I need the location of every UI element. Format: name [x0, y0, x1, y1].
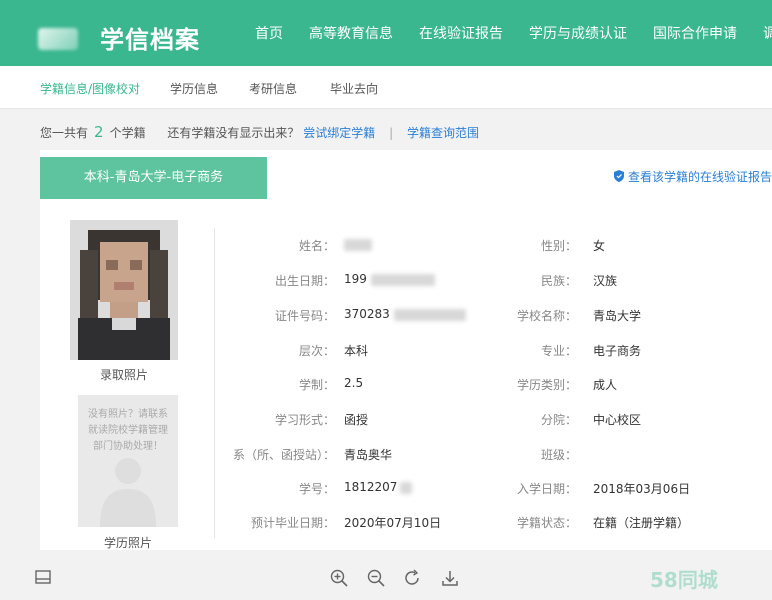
brand-watermark: 58同城 — [650, 568, 718, 592]
department-label: 系（所、函授站）： — [232, 448, 335, 462]
summary-question: 还有学籍没有显示出来？ — [167, 126, 300, 140]
nav-international[interactable]: 国际合作申请 — [653, 23, 737, 43]
duration-value: 2.5 — [344, 376, 364, 390]
bind-record-link[interactable]: 尝试绑定学籍 — [303, 126, 375, 140]
summary-separator: | — [389, 126, 394, 140]
birthdate-redaction — [370, 273, 435, 286]
branch-label: 分院： — [540, 413, 577, 427]
nav-home[interactable]: 首页 — [255, 23, 283, 43]
enrollment-date-value: 2018年03月06日 — [593, 482, 691, 496]
study-form-value: 函授 — [344, 413, 369, 427]
field-row-duration: 学制： 2.5 学历类别： 成人 — [40, 376, 772, 392]
nav-survey[interactable]: 调查/投 — [763, 23, 772, 43]
study-form-label: 学习形式： — [274, 413, 335, 427]
field-row-name: 姓名： 性别： 女 — [40, 237, 772, 253]
summary-prefix: 您一共有 — [40, 126, 89, 140]
enrollment-date-label: 入学日期： — [516, 482, 577, 496]
verify-report-link[interactable]: 查看该学籍的在线验证报告 — [613, 168, 772, 185]
record-count: 2 — [94, 123, 104, 141]
graduation-date-label: 预计毕业日期： — [250, 516, 335, 530]
field-row-student-id: 学号： 1812207 入学日期： 2018年03月06日 — [40, 480, 772, 496]
field-row-graduation: 预计毕业日期： 2020年07月10日 学籍状态： 在籍（注册学籍） — [40, 514, 772, 530]
field-row-birth: 出生日期： 199 民族： 汉族 — [40, 272, 772, 288]
student-id-redaction — [400, 481, 413, 494]
id-number-value: 370283 — [344, 307, 466, 321]
tab-graduate-destination[interactable]: 毕业去向 — [330, 80, 378, 97]
record-card: 本科-青岛大学-电子商务 查看该学籍的在线验证报告 录取照片 没有照片？请联系就… — [40, 150, 772, 550]
major-label: 专业： — [540, 344, 577, 358]
id-number-label: 证件号码： — [274, 309, 335, 323]
birthdate-label: 出生日期： — [274, 274, 335, 288]
shield-icon — [613, 170, 624, 185]
logo-icon — [38, 28, 78, 50]
department-value: 青岛奥华 — [344, 448, 393, 462]
gender-value: 女 — [593, 239, 606, 253]
verify-report-label: 查看该学籍的在线验证报告 — [627, 170, 772, 184]
field-row-level: 层次： 本科 专业： 电子商务 — [40, 342, 772, 358]
query-scope-link[interactable]: 学籍查询范围 — [407, 126, 479, 140]
status-value: 在籍（注册学籍） — [593, 516, 690, 530]
birthdate-value: 199 — [344, 272, 435, 286]
level-value: 本科 — [344, 344, 369, 358]
summary-suffix: 个学籍 — [109, 126, 146, 140]
nav-online-verification[interactable]: 在线验证报告 — [419, 23, 503, 43]
gender-label: 性别： — [540, 239, 577, 253]
level-label: 层次： — [298, 344, 335, 358]
school-value: 青岛大学 — [593, 309, 642, 323]
name-redaction — [344, 238, 372, 251]
tab-degree-info[interactable]: 学历信息 — [170, 80, 218, 97]
school-label: 学校名称： — [516, 309, 577, 323]
nav-higher-education[interactable]: 高等教育信息 — [309, 23, 393, 43]
class-label: 班级： — [540, 448, 577, 462]
branch-value: 中心校区 — [593, 413, 642, 427]
duration-label: 学制： — [298, 378, 335, 392]
ethnicity-value: 汉族 — [593, 274, 618, 288]
status-label: 学籍状态： — [516, 516, 577, 530]
record-summary: 您一共有 2 个学籍 还有学籍没有显示出来？ 尝试绑定学籍 | 学籍查询范围 — [40, 123, 479, 141]
main-nav: 首页 高等教育信息 在线验证报告 学历与成绩认证 国际合作申请 调查/投 — [255, 0, 772, 66]
field-row-id: 证件号码： 370283 学校名称： 青岛大学 — [40, 307, 772, 323]
student-id-value: 1812207 — [344, 480, 413, 494]
graduation-date-value: 2020年07月10日 — [344, 516, 442, 530]
zoom-in-icon[interactable] — [329, 568, 351, 590]
zoom-out-icon[interactable] — [366, 568, 388, 590]
sidebar-toggle-icon[interactable] — [34, 568, 56, 590]
major-value: 电子商务 — [593, 344, 642, 358]
download-icon[interactable] — [440, 568, 462, 590]
sub-nav: 学籍信息/图像校对 学历信息 考研信息 毕业去向 — [0, 66, 772, 109]
tab-enrollment-info[interactable]: 学籍信息/图像校对 — [40, 80, 140, 97]
nav-certification[interactable]: 学历与成绩认证 — [529, 23, 627, 43]
id-number-redaction — [393, 308, 466, 321]
rotate-icon[interactable] — [403, 568, 425, 590]
name-label: 姓名： — [298, 239, 335, 253]
field-row-department: 系（所、函授站）： 青岛奥华 班级： — [40, 446, 772, 462]
ethnicity-label: 民族： — [540, 274, 577, 288]
record-tab[interactable]: 本科-青岛大学-电子商务 — [40, 157, 267, 199]
site-logo-text[interactable]: 学信档案 — [100, 20, 200, 55]
name-value — [344, 237, 372, 251]
field-row-study-form: 学习形式： 函授 分院： 中心校区 — [40, 411, 772, 427]
degree-category-label: 学历类别： — [516, 378, 577, 392]
tab-exam-info[interactable]: 考研信息 — [249, 80, 297, 97]
degree-photo-label: 学历照片 — [103, 536, 152, 550]
top-header: 学信档案 首页 高等教育信息 在线验证报告 学历与成绩认证 国际合作申请 调查/… — [0, 0, 772, 66]
student-id-label: 学号： — [298, 482, 335, 496]
degree-category-value: 成人 — [593, 378, 618, 392]
